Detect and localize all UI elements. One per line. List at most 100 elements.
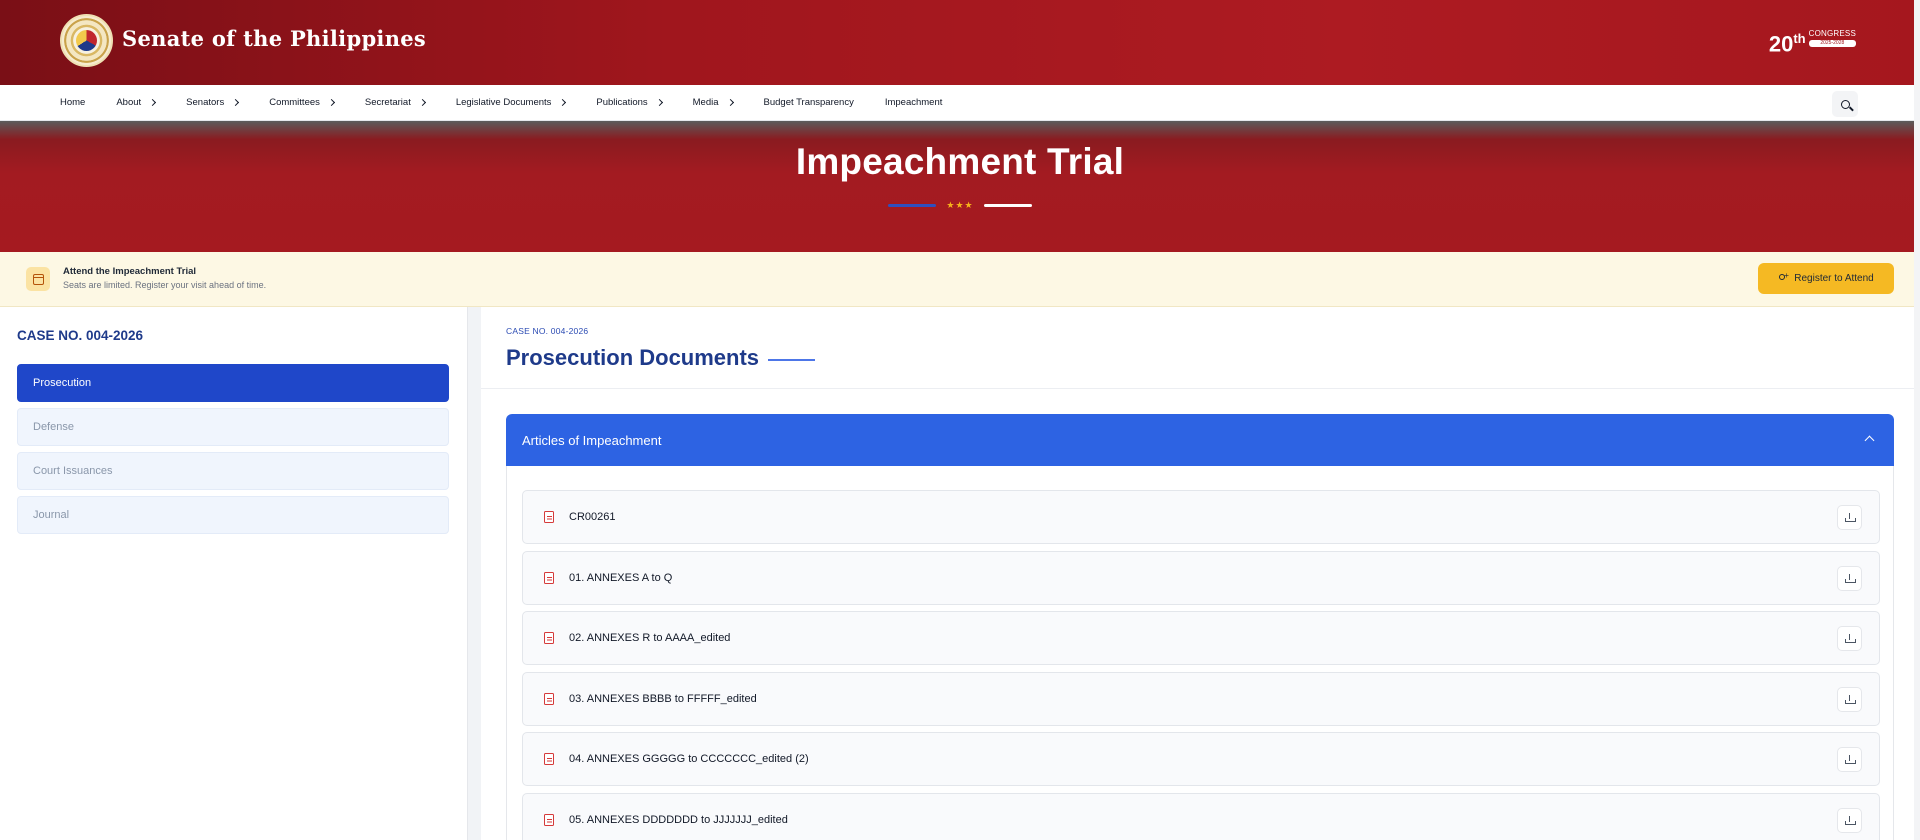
attend-notice: Attend the Impeachment Trial Seats are l… xyxy=(0,252,1920,307)
chevron-right-icon xyxy=(418,98,426,107)
page-banner: Impeachment Trial ★★★ xyxy=(0,121,1920,252)
nav-item-committees[interactable]: Committees xyxy=(269,97,335,108)
attend-title: Attend the Impeachment Trial xyxy=(63,266,197,277)
download-button[interactable] xyxy=(1837,505,1862,530)
chevron-right-icon xyxy=(726,98,734,107)
nav-item-publications[interactable]: Publications xyxy=(596,97,663,108)
pdf-file-icon xyxy=(544,753,554,765)
case-eyebrow: CASE NO. 004-2026 xyxy=(506,326,589,336)
nav-label: Budget Transparency xyxy=(763,97,854,108)
register-button-label: Register to Attend xyxy=(1794,273,1874,284)
congress-badge: 20th CONGRESS 2025-2028 xyxy=(1769,26,1856,56)
nav-label: Media xyxy=(692,97,719,108)
nav-label: Impeachment xyxy=(884,97,943,108)
download-button[interactable] xyxy=(1837,808,1862,833)
page-title: Impeachment Trial xyxy=(795,141,1125,182)
nav-item-about[interactable]: About xyxy=(116,97,157,108)
document-name: 05. ANNEXES DDDDDDD to JJJJJJJ_edited xyxy=(569,814,788,826)
document-row[interactable]: 01. ANNEXES A to Q xyxy=(522,551,1880,605)
pdf-file-icon xyxy=(544,572,554,584)
congress-number: 20 xyxy=(1768,31,1794,57)
accordion-title: Articles of Impeachment xyxy=(522,432,662,448)
document-name: 02. ANNEXES R to AAAA_edited xyxy=(569,632,731,644)
document-row[interactable]: CR00261 xyxy=(522,490,1880,544)
download-icon xyxy=(1845,755,1856,764)
sidebar-item-label: Court Issuances xyxy=(33,465,113,477)
document-row[interactable]: 02. ANNEXES R to AAAA_edited xyxy=(522,611,1880,665)
attend-subtitle: Seats are limited. Register your visit a… xyxy=(63,280,267,290)
document-name: CR00261 xyxy=(569,511,616,523)
sidebar-item-journal[interactable]: Journal xyxy=(17,496,449,534)
nav-item-senators[interactable]: Senators xyxy=(186,97,240,108)
chevron-right-icon xyxy=(327,98,335,107)
sidebar-item-label: Prosecution xyxy=(33,377,92,389)
download-icon xyxy=(1845,513,1856,522)
deco-line-white xyxy=(983,204,1032,207)
section-title: Prosecution Documents xyxy=(506,345,760,370)
document-row[interactable]: 05. ANNEXES DDDDDDD to JJJJJJJ_edited xyxy=(522,793,1880,840)
chevron-up-icon[interactable] xyxy=(1864,435,1875,446)
nav-label: Legislative Documents xyxy=(455,97,552,108)
congress-word: CONGRESS xyxy=(1808,29,1856,38)
download-button[interactable] xyxy=(1837,747,1862,772)
nav-label: Publications xyxy=(596,97,648,108)
title-underline xyxy=(768,358,816,361)
sidebar-item-prosecution[interactable]: Prosecution xyxy=(17,364,449,402)
senate-seal-logo[interactable] xyxy=(60,14,113,67)
documents-header: CASE NO. 004-2026 Prosecution Documents xyxy=(481,307,1920,389)
document-name: 03. ANNEXES BBBB to FFFFF_edited xyxy=(569,693,757,705)
search-icon xyxy=(1840,99,1850,109)
sidebar-item-label: Defense xyxy=(33,421,74,433)
chevron-right-icon xyxy=(559,98,567,107)
nav-item-budget-transparency[interactable]: Budget Transparency xyxy=(764,97,854,108)
case-sidebar: CASE NO. 004-2026 Prosecution Defense Co… xyxy=(0,307,467,840)
pdf-file-icon xyxy=(544,632,554,644)
download-button[interactable] xyxy=(1837,566,1862,591)
chevron-right-icon xyxy=(149,98,157,107)
chevron-right-icon xyxy=(655,98,663,107)
document-name: 01. ANNEXES A to Q xyxy=(569,572,673,584)
seal-emblem xyxy=(76,30,97,51)
download-icon xyxy=(1845,816,1856,825)
nav-label: Senators xyxy=(186,97,225,108)
nav-label: Home xyxy=(60,97,86,108)
accordion-body: CR00261 01. ANNEXES A to Q 02. ANNEXES R… xyxy=(506,466,1894,840)
main-nav: Home About Senators Committees Secretari… xyxy=(0,85,1920,121)
pdf-file-icon xyxy=(544,511,554,523)
nav-item-secretariat[interactable]: Secretariat xyxy=(365,97,426,108)
congress-years: 2025-2028 xyxy=(1808,40,1856,47)
download-icon xyxy=(1845,695,1856,704)
site-name[interactable]: Senate of the Philippines xyxy=(122,26,426,51)
register-to-attend-button[interactable]: Register to Attend xyxy=(1758,263,1894,294)
nav-item-legislative-documents[interactable]: Legislative Documents xyxy=(455,97,567,108)
sidebar-item-label: Journal xyxy=(33,509,70,521)
nav-label: About xyxy=(116,97,142,108)
documents-panel: CASE NO. 004-2026 Prosecution Documents … xyxy=(481,307,1920,840)
search-button[interactable] xyxy=(1832,91,1858,117)
chevron-right-icon xyxy=(232,98,240,107)
document-row[interactable]: 04. ANNEXES GGGGG to CCCCCCC_edited (2) xyxy=(522,732,1880,786)
download-icon xyxy=(1845,634,1856,643)
download-button[interactable] xyxy=(1837,687,1862,712)
download-icon xyxy=(1845,574,1856,583)
nav-item-home[interactable]: Home xyxy=(60,97,85,108)
scrollbar[interactable] xyxy=(1914,0,1920,840)
nav-item-impeachment[interactable]: Impeachment xyxy=(885,97,943,108)
stars-icon: ★★★ xyxy=(946,200,974,210)
congress-suffix: th xyxy=(1793,31,1806,46)
banner-decoration: ★★★ xyxy=(0,200,1920,211)
sidebar-item-court-issuances[interactable]: Court Issuances xyxy=(17,452,449,490)
site-header: Senate of the Philippines 20th CONGRESS … xyxy=(0,0,1920,85)
nav-item-media[interactable]: Media xyxy=(692,97,734,108)
calendar-icon xyxy=(26,267,50,291)
download-button[interactable] xyxy=(1837,626,1862,651)
nav-label: Committees xyxy=(269,97,320,108)
accordion-articles-of-impeachment[interactable]: Articles of Impeachment xyxy=(506,414,1894,466)
user-plus-icon xyxy=(1778,271,1789,284)
document-row[interactable]: 03. ANNEXES BBBB to FFFFF_edited xyxy=(522,672,1880,726)
sidebar-divider xyxy=(467,307,481,840)
sidebar-item-defense[interactable]: Defense xyxy=(17,408,449,446)
pdf-file-icon xyxy=(544,693,554,705)
case-number: CASE NO. 004-2026 xyxy=(17,328,144,343)
deco-line-blue xyxy=(888,204,937,207)
